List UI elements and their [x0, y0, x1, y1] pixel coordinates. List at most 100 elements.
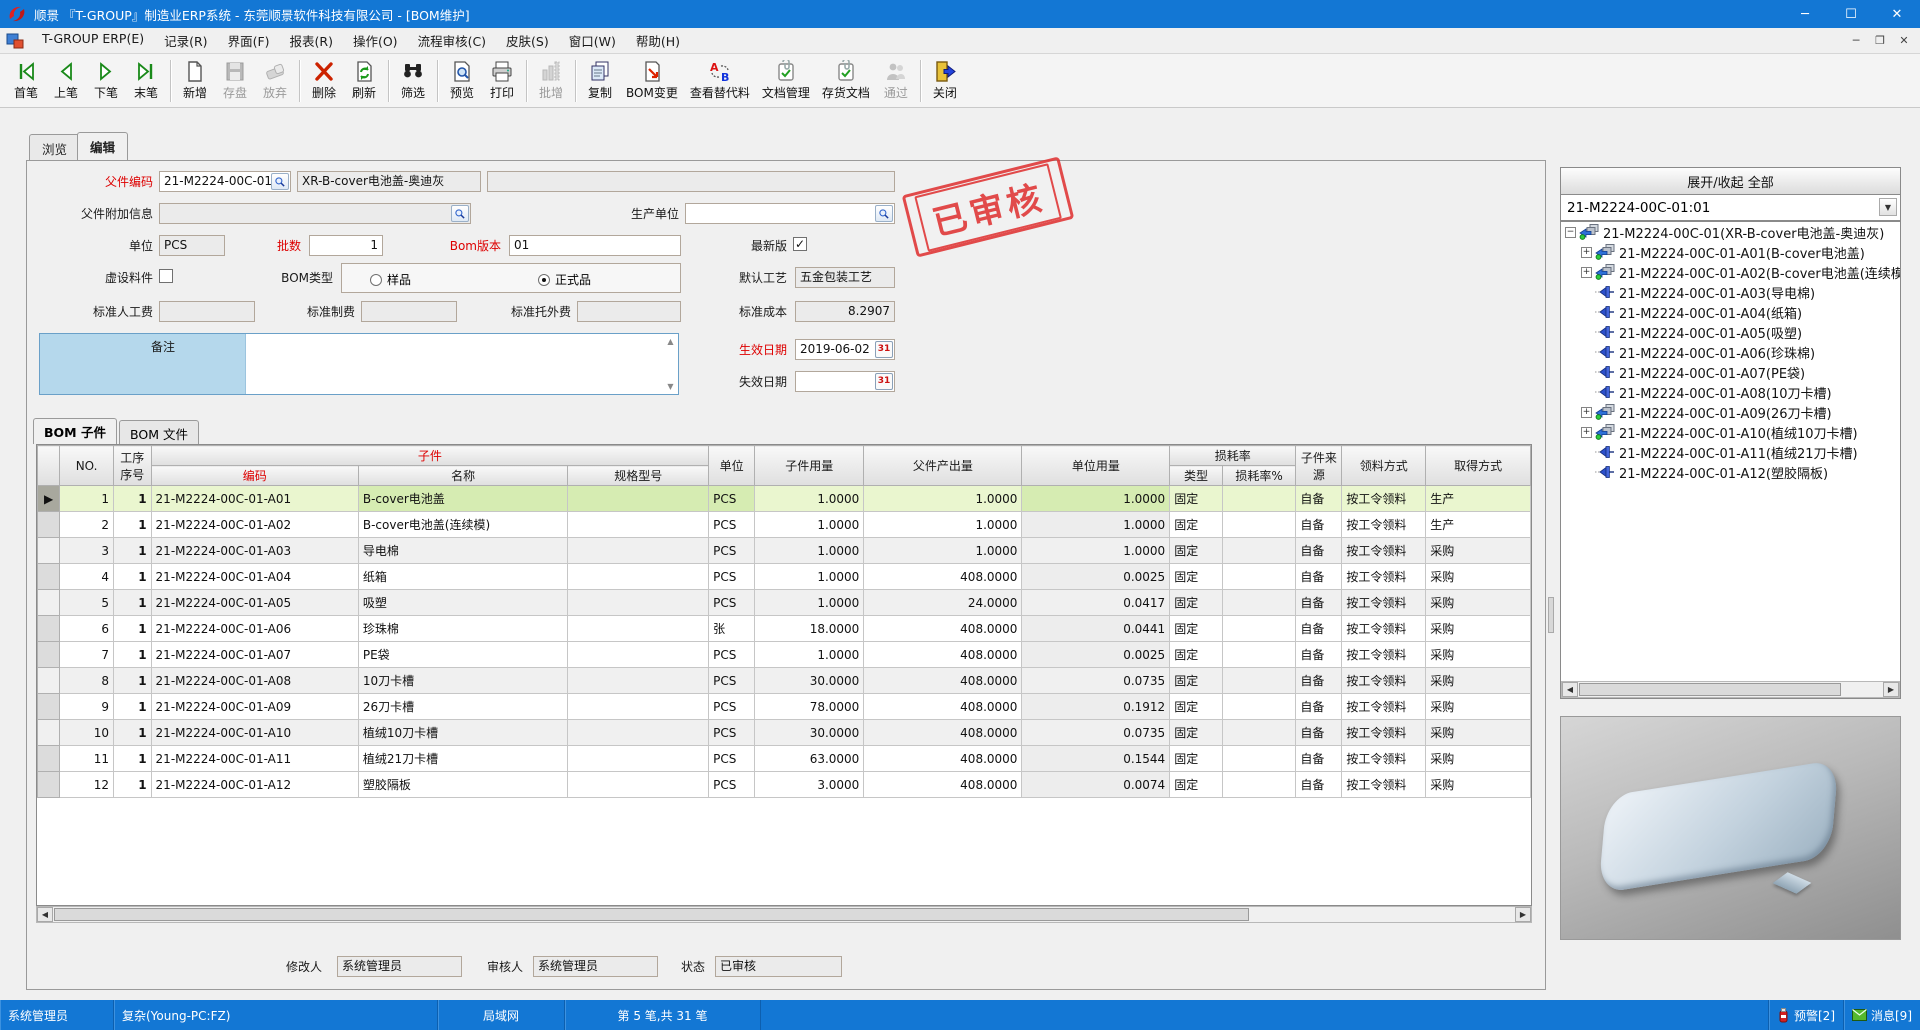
- bom-row-5[interactable]: 5121-M2224-00C-01-A05吸塑PCS1.000024.00000…: [38, 590, 1531, 616]
- bom-row-11[interactable]: 11121-M2224-00C-01-A11植绒21刀卡槽PCS63.00004…: [38, 746, 1531, 772]
- menu-item-4[interactable]: 操作(O): [343, 27, 408, 54]
- col-source[interactable]: 子件来源: [1296, 446, 1342, 486]
- latest-version-checkbox[interactable]: ✓: [793, 237, 807, 251]
- mdi-restore-button[interactable]: ❐: [1870, 31, 1890, 49]
- minimize-button[interactable]: ─: [1782, 0, 1828, 28]
- menu-item-1[interactable]: 记录(R): [154, 27, 217, 54]
- menu-item-0[interactable]: T-GROUP ERP(E): [32, 27, 154, 54]
- tree-node-1[interactable]: +21-M2224-00C-01-A01(B-cover电池盖): [1561, 242, 1900, 262]
- toolbar-button-new-doc[interactable]: 新增: [175, 57, 215, 105]
- tree-node-3[interactable]: 21-M2224-00C-01-A03(导电棉): [1561, 282, 1900, 302]
- tree-node-12[interactable]: 21-M2224-00C-01-A12(塑胶隔板): [1561, 462, 1900, 482]
- tree-scroll-left-icon[interactable]: ◀: [1562, 682, 1578, 697]
- menu-item-2[interactable]: 界面(F): [218, 27, 280, 54]
- scroll-right-icon[interactable]: ▶: [1515, 907, 1531, 922]
- col-no[interactable]: NO.: [60, 446, 114, 486]
- tree-node-10[interactable]: +21-M2224-00C-01-A10(植绒10刀卡槽): [1561, 422, 1900, 442]
- expand-icon[interactable]: +: [1581, 267, 1592, 278]
- remark-scroll-up-icon[interactable]: ▲: [665, 336, 676, 347]
- tab-browse[interactable]: 浏览: [29, 134, 80, 160]
- batch-field[interactable]: 1: [309, 235, 383, 256]
- grid-hscroll-thumb[interactable]: [54, 908, 1249, 921]
- prod-unit-field[interactable]: [685, 203, 895, 224]
- tree-hscrollbar[interactable]: ◀ ▶: [1561, 681, 1900, 698]
- expand-icon[interactable]: +: [1581, 427, 1592, 438]
- tab-edit[interactable]: 编辑: [77, 132, 128, 160]
- bom-row-3[interactable]: 3121-M2224-00C-01-A03导电棉PCS1.00001.00001…: [38, 538, 1531, 564]
- remark-scroll-down-icon[interactable]: ▼: [665, 381, 676, 392]
- col-seq[interactable]: 工序序号: [114, 446, 151, 486]
- toolbar-button-refresh[interactable]: 刷新: [344, 57, 384, 105]
- toolbar-button-doc-manage[interactable]: 文档管理: [756, 57, 816, 105]
- statusbar-alerts[interactable]: 预警[2]: [1768, 1000, 1843, 1030]
- tab-bom-files[interactable]: BOM 文件: [119, 420, 199, 444]
- toolbar-button-nav-last[interactable]: 末笔: [126, 57, 166, 105]
- expand-icon[interactable]: +: [1581, 247, 1592, 258]
- toolbar-button-delete[interactable]: 删除: [304, 57, 344, 105]
- tree-node-6[interactable]: 21-M2224-00C-01-A06(珍珠棉): [1561, 342, 1900, 362]
- virtual-part-checkbox[interactable]: [159, 269, 173, 283]
- menu-item-3[interactable]: 报表(R): [280, 27, 343, 54]
- chevron-down-icon[interactable]: ▼: [1879, 198, 1897, 216]
- remark-box[interactable]: 备注 ▲ ▼: [39, 333, 679, 395]
- tree-node-2[interactable]: +21-M2224-00C-01-A02(B-cover电池盖(连续模)): [1561, 262, 1900, 282]
- toolbar-button-close-form[interactable]: 关闭: [925, 57, 965, 105]
- toolbar-button-bom-change[interactable]: BOM变更: [620, 57, 684, 105]
- mdi-close-button[interactable]: ✕: [1894, 31, 1914, 49]
- bom-row-2[interactable]: 2121-M2224-00C-01-A02B-cover电池盖(连续模)PCS1…: [38, 512, 1531, 538]
- toolbar-button-substitute[interactable]: AB查看替代料: [684, 57, 756, 105]
- prod-unit-lookup-icon[interactable]: [875, 205, 893, 222]
- mdi-minimize-button[interactable]: ─: [1846, 31, 1866, 49]
- parent-code-field[interactable]: 21-M2224-00C-01: [159, 171, 291, 192]
- toolbar-button-nav-first[interactable]: 首笔: [6, 57, 46, 105]
- bom-row-9[interactable]: 9121-M2224-00C-01-A0926刀卡槽PCS78.0000408.…: [38, 694, 1531, 720]
- expiry-date-field[interactable]: 31: [795, 371, 895, 392]
- col-qty[interactable]: 子件用量: [755, 446, 864, 486]
- tree-scroll-right-icon[interactable]: ▶: [1883, 682, 1899, 697]
- parent-code-lookup-icon[interactable]: [271, 173, 289, 190]
- col-acquire[interactable]: 取得方式: [1426, 446, 1531, 486]
- grid-hscrollbar[interactable]: ◀ ▶: [36, 906, 1532, 923]
- bom-row-7[interactable]: 7121-M2224-00C-01-A07PE袋PCS1.0000408.000…: [38, 642, 1531, 668]
- expand-icon[interactable]: +: [1581, 407, 1592, 418]
- menu-item-6[interactable]: 皮肤(S): [496, 27, 559, 54]
- col-name[interactable]: 名称: [358, 466, 568, 486]
- maximize-button[interactable]: ☐: [1828, 0, 1874, 28]
- toolbar-button-nav-prev[interactable]: 上笔: [46, 57, 86, 105]
- bom-row-8[interactable]: 8121-M2224-00C-01-A0810刀卡槽PCS30.0000408.…: [38, 668, 1531, 694]
- panel-splitter[interactable]: [1547, 167, 1555, 940]
- splitter-grip[interactable]: [1548, 597, 1554, 633]
- bom-row-12[interactable]: 12121-M2224-00C-01-A12塑胶隔板PCS3.0000408.0…: [38, 772, 1531, 798]
- col-code[interactable]: 编码: [151, 466, 358, 486]
- tree-node-4[interactable]: 21-M2224-00C-01-A04(纸箱): [1561, 302, 1900, 322]
- tree-node-9[interactable]: +21-M2224-00C-01-A09(26刀卡槽): [1561, 402, 1900, 422]
- bom-type-formal-radio[interactable]: 正式品: [538, 271, 591, 288]
- col-loss-rate[interactable]: 损耗率%: [1222, 466, 1296, 486]
- menu-item-5[interactable]: 流程审核(C): [408, 27, 496, 54]
- statusbar-messages[interactable]: 消息[9]: [1843, 1000, 1920, 1030]
- col-issue[interactable]: 领料方式: [1342, 446, 1426, 486]
- collapse-icon[interactable]: −: [1565, 227, 1576, 238]
- tab-bom-children[interactable]: BOM 子件: [33, 418, 117, 444]
- tree-node-5[interactable]: 21-M2224-00C-01-A05(吸塑): [1561, 322, 1900, 342]
- col-parent-output[interactable]: 父件产出量: [864, 446, 1022, 486]
- toolbar-button-inventory-doc[interactable]: 存货文档: [816, 57, 876, 105]
- bom-row-10[interactable]: 10121-M2224-00C-01-A10植绒10刀卡槽PCS30.00004…: [38, 720, 1531, 746]
- close-button[interactable]: ✕: [1874, 0, 1920, 28]
- bom-version-selector[interactable]: 21-M2224-00C-01:01 ▼: [1560, 195, 1901, 221]
- bom-row-1[interactable]: ▶1121-M2224-00C-01-A01B-cover电池盖PCS1.000…: [38, 486, 1531, 512]
- tree-node-8[interactable]: 21-M2224-00C-01-A08(10刀卡槽): [1561, 382, 1900, 402]
- expiry-date-calendar-icon[interactable]: 31: [875, 373, 893, 390]
- toolbar-button-preview[interactable]: 预览: [442, 57, 482, 105]
- parent-info-lookup-icon[interactable]: [451, 205, 469, 222]
- toolbar-button-nav-next[interactable]: 下笔: [86, 57, 126, 105]
- bom-row-4[interactable]: 4121-M2224-00C-01-A04纸箱PCS1.0000408.0000…: [38, 564, 1531, 590]
- effective-date-calendar-icon[interactable]: 31: [875, 341, 893, 358]
- tree-hscroll-thumb[interactable]: [1579, 683, 1841, 696]
- col-unit[interactable]: 单位: [709, 446, 755, 486]
- tree-node-7[interactable]: 21-M2224-00C-01-A07(PE袋): [1561, 362, 1900, 382]
- bom-row-6[interactable]: 6121-M2224-00C-01-A06珍珠棉张18.0000408.0000…: [38, 616, 1531, 642]
- toolbar-button-copy[interactable]: 复制: [580, 57, 620, 105]
- effective-date-field[interactable]: 2019-06-02 31: [795, 339, 895, 360]
- tree-expand-toggle[interactable]: 展开/收起 全部: [1560, 167, 1901, 195]
